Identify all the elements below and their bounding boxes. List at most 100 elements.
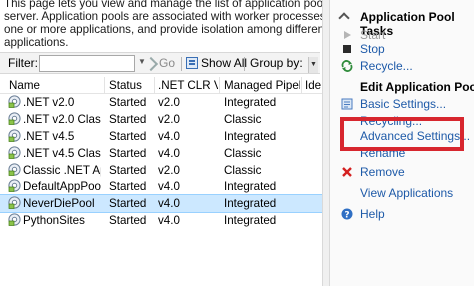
action-label: Recycle... bbox=[360, 59, 413, 73]
action-label: Basic Settings... bbox=[360, 97, 447, 111]
app-pool-icon bbox=[8, 95, 21, 108]
table-row[interactable]: PythonSites Started v4.0 Integrated bbox=[0, 212, 322, 229]
pane-splitter[interactable] bbox=[322, 0, 330, 286]
column-separator[interactable] bbox=[301, 77, 302, 94]
pool-status: Started bbox=[109, 197, 147, 211]
filter-toolbar: Filter: ▼ Go Show All Group by: ▼ bbox=[0, 52, 320, 74]
app-pool-icon bbox=[8, 112, 21, 125]
pool-clr-version: v4.0 bbox=[158, 180, 180, 194]
stop-icon bbox=[343, 45, 351, 53]
action-stop[interactable]: Stop bbox=[330, 41, 474, 58]
column-separator[interactable] bbox=[154, 77, 155, 94]
pool-pipeline: Integrated bbox=[224, 180, 277, 194]
collapse-icon[interactable] bbox=[338, 12, 350, 24]
pool-clr-version: v2.0 bbox=[158, 96, 180, 109]
action-recycle[interactable]: Recycle... bbox=[330, 58, 474, 75]
action-remove[interactable]: Remove bbox=[330, 164, 474, 181]
column-separator[interactable] bbox=[104, 77, 105, 94]
svg-text:?: ? bbox=[344, 210, 349, 220]
table-row[interactable]: Classic .NET Ap... Started v2.0 Classic bbox=[0, 162, 322, 179]
pool-pipeline: Classic bbox=[224, 146, 262, 160]
action-label: Stop bbox=[360, 42, 385, 56]
pool-pipeline: Integrated bbox=[224, 96, 277, 109]
group-by-dropdown[interactable]: ▼ bbox=[308, 57, 318, 73]
section-heading: Edit Application Pool bbox=[330, 79, 474, 96]
app-pool-icon bbox=[8, 129, 21, 142]
pool-name: PythonSites bbox=[23, 214, 85, 228]
start-icon bbox=[344, 31, 351, 39]
action-help[interactable]: ? Help bbox=[330, 206, 474, 223]
toolbar-separator bbox=[181, 57, 182, 71]
app-pool-icon bbox=[8, 196, 21, 210]
pool-name: DefaultAppPool bbox=[23, 180, 101, 194]
group-by-label: Group by: bbox=[250, 56, 303, 70]
pool-clr-version: v2.0 bbox=[158, 112, 180, 126]
intro-line: one or more applications, and provide is… bbox=[4, 23, 322, 36]
pool-clr-version: v4.0 bbox=[158, 214, 180, 228]
table-row[interactable]: NeverDiePool Started v4.0 Integrated bbox=[0, 194, 322, 214]
app-pool-icon bbox=[8, 162, 21, 176]
action-basic-settings[interactable]: Basic Settings... bbox=[330, 96, 474, 113]
settings-icon bbox=[341, 98, 353, 110]
pool-pipeline: Integrated bbox=[224, 197, 277, 211]
table-row[interactable]: .NET v4.5 Started v4.0 Integrated bbox=[0, 128, 322, 145]
action-view-applications[interactable]: View Applications bbox=[330, 185, 474, 202]
application-pools-grid: Name Status .NET CLR V... Managed Pipel.… bbox=[0, 77, 322, 229]
actions-header[interactable]: Application Pool Tasks bbox=[330, 8, 474, 38]
recycle-icon bbox=[341, 60, 353, 72]
pool-pipeline: Integrated bbox=[224, 214, 277, 228]
page-description: This page lets you view and manage the l… bbox=[4, 0, 322, 49]
app-pool-icon bbox=[8, 213, 21, 227]
go-arrow-icon bbox=[146, 58, 156, 68]
pool-status: Started bbox=[109, 163, 147, 177]
pool-name: .NET v2.0 bbox=[23, 96, 75, 109]
table-row[interactable]: .NET v2.0 Started v2.0 Integrated bbox=[0, 94, 322, 111]
filter-input[interactable] bbox=[39, 55, 135, 72]
pool-clr-version: v4.0 bbox=[158, 146, 180, 160]
intro-line: applications. bbox=[4, 36, 69, 49]
pool-status: Started bbox=[109, 146, 147, 160]
pool-status: Started bbox=[109, 129, 147, 143]
column-header-name[interactable]: Name bbox=[9, 79, 40, 92]
pool-name: NeverDiePool bbox=[23, 197, 95, 211]
action-label: View Applications bbox=[360, 186, 454, 200]
pool-clr-version: v4.0 bbox=[158, 129, 180, 143]
pool-name: .NET v4.5 bbox=[23, 129, 75, 143]
pool-status: Started bbox=[109, 214, 147, 228]
column-separator[interactable] bbox=[219, 77, 220, 94]
filter-label: Filter: bbox=[8, 56, 38, 70]
column-header-clr-version[interactable]: .NET CLR V... bbox=[158, 79, 218, 92]
pool-pipeline: Classic bbox=[224, 112, 262, 126]
table-row[interactable]: .NET v2.0 Classic Started v2.0 Classic bbox=[0, 111, 322, 128]
pool-pipeline: Integrated bbox=[224, 129, 277, 143]
pool-pipeline: Classic bbox=[224, 163, 262, 177]
pool-clr-version: v4.0 bbox=[158, 197, 180, 211]
action-label: Help bbox=[360, 207, 385, 221]
action-label: Remove bbox=[360, 165, 405, 179]
pool-status: Started bbox=[109, 112, 147, 126]
column-header-status[interactable]: Status bbox=[109, 79, 142, 92]
grid-rows: .NET v2.0 Started v2.0 Integrated .NET v2.0 … bbox=[0, 94, 322, 229]
pool-clr-version: v2.0 bbox=[158, 163, 180, 177]
show-all-button[interactable]: Show All bbox=[186, 56, 247, 70]
go-label: Go bbox=[159, 56, 176, 70]
highlight-annotation bbox=[340, 117, 464, 151]
intro-line: This page lets you view and manage the l… bbox=[4, 0, 322, 10]
table-row[interactable]: DefaultAppPool Started v4.0 Integrated bbox=[0, 178, 322, 195]
column-header-managed-pipeline[interactable]: Managed Pipel... bbox=[224, 79, 300, 92]
column-header-identity[interactable]: Ide bbox=[305, 79, 321, 92]
remove-icon bbox=[342, 167, 352, 177]
pool-name: Classic .NET Ap... bbox=[23, 163, 101, 177]
app-pool-icon bbox=[8, 146, 21, 159]
intro-line: server. Application pools are associated… bbox=[4, 10, 322, 23]
go-button[interactable]: Go bbox=[146, 56, 175, 70]
grid-header: Name Status .NET CLR V... Managed Pipel.… bbox=[0, 77, 322, 94]
show-all-icon bbox=[186, 57, 198, 69]
pool-name: .NET v2.0 Classic bbox=[23, 112, 101, 126]
action-label: Start bbox=[360, 28, 386, 42]
show-all-label: Show All bbox=[201, 56, 248, 70]
pool-status: Started bbox=[109, 96, 147, 109]
table-row[interactable]: .NET v4.5 Classic Started v4.0 Classic bbox=[0, 145, 322, 162]
toolbar-separator bbox=[244, 57, 245, 71]
pool-status: Started bbox=[109, 180, 147, 194]
